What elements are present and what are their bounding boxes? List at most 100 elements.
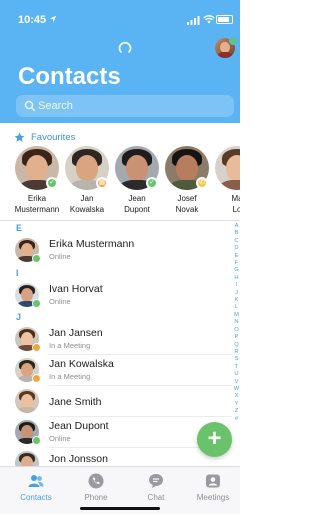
index-letter[interactable]: Q <box>233 342 240 349</box>
meeting-badge <box>32 343 41 352</box>
index-letter[interactable]: W <box>233 386 240 393</box>
contact-name: Jan Kowalska <box>49 358 114 370</box>
search-input[interactable] <box>38 95 218 117</box>
meeting-icon: ▦ <box>96 177 108 189</box>
status-bar: 10:45 <box>0 0 240 40</box>
index-letter[interactable]: P <box>233 334 240 341</box>
contact-status: Online <box>49 434 71 443</box>
contacts-icon <box>28 475 44 487</box>
contact-status: In a Meeting <box>49 341 91 350</box>
favourite-first-name: Ma <box>231 194 240 203</box>
row-divider <box>49 416 232 417</box>
contact-row[interactable]: Jan Kowalska In a Meeting <box>0 357 232 384</box>
avatar <box>215 146 240 190</box>
favourite-last-name: Kowalska <box>69 205 105 214</box>
tab-contacts[interactable]: Contacts <box>6 472 66 506</box>
index-letter[interactable]: F <box>233 260 240 267</box>
online-check-icon: ✓ <box>146 177 158 189</box>
index-letter[interactable]: B <box>233 230 240 237</box>
favourite-last-name: Novak <box>175 205 199 214</box>
meeting-badge <box>32 374 41 383</box>
app-logo-icon <box>118 41 132 53</box>
contact-row[interactable]: Jan Jansen In a Meeting <box>0 326 232 353</box>
status-time: 10:45 <box>18 14 47 26</box>
contact-name: Jean Dupont <box>49 420 109 432</box>
tab-label: Meetings <box>196 493 230 502</box>
index-letter[interactable]: X <box>233 393 240 400</box>
tab-chat[interactable]: Chat <box>126 472 186 506</box>
tab-meetings[interactable]: Meetings <box>183 472 243 506</box>
favourite-first-name: Jan <box>80 194 94 203</box>
online-badge <box>32 436 41 445</box>
home-indicator <box>80 507 160 510</box>
favourite-first-name: Jean <box>128 194 146 203</box>
index-letter[interactable]: V <box>233 379 240 386</box>
meetings-icon <box>206 474 220 488</box>
contact-row[interactable]: Erika Mustermann Online <box>0 237 232 264</box>
wifi-icon <box>203 15 215 24</box>
online-check-icon: ✓ <box>46 177 58 189</box>
contact-row[interactable]: Jon Jonsson <box>0 450 232 466</box>
section-header-i: I <box>16 268 19 278</box>
index-letter[interactable]: Z <box>233 408 240 415</box>
index-letter[interactable]: J <box>233 290 240 297</box>
contact-status: In a Meeting <box>49 372 91 381</box>
section-header-j: J <box>16 312 22 322</box>
tab-phone[interactable]: Phone <box>66 472 126 506</box>
index-letter[interactable]: L <box>233 304 240 311</box>
app-header: 10:45 Contacts <box>0 0 240 123</box>
page-title: Contacts <box>18 63 121 90</box>
online-badge <box>32 299 41 308</box>
index-letter[interactable]: M <box>233 312 240 319</box>
index-letter[interactable]: T <box>233 364 240 371</box>
favourite-last-name: Mustermann <box>14 205 60 214</box>
index-letter[interactable]: E <box>233 253 240 260</box>
contact-status: Online <box>49 297 71 306</box>
search-bar[interactable] <box>16 95 234 117</box>
contact-name: Jon Jonsson <box>49 453 108 465</box>
index-letter[interactable]: O <box>233 327 240 334</box>
add-contact-button[interactable]: + <box>197 422 232 457</box>
index-letter[interactable]: R <box>233 349 240 356</box>
favourite-last-name: Dupont <box>124 205 150 214</box>
section-header-e: E <box>16 223 23 233</box>
favourite-last-name: Lo <box>232 205 240 214</box>
index-letter[interactable]: # <box>233 416 240 423</box>
index-letter[interactable]: A <box>233 223 240 230</box>
favourite-first-name: Erika <box>27 194 47 203</box>
cellular-signal-icon <box>187 16 200 25</box>
battery-icon <box>216 15 233 24</box>
index-letter[interactable]: G <box>233 267 240 274</box>
tab-label: Chat <box>147 493 165 502</box>
index-letter[interactable]: D <box>233 245 240 252</box>
index-letter[interactable]: K <box>233 297 240 304</box>
alphabet-index[interactable]: A B C D E F G H I J K L M N O P Q R S T U V W X Y Z # <box>233 223 240 423</box>
tab-label: Phone <box>84 493 108 502</box>
star-icon <box>14 132 25 142</box>
index-letter[interactable]: S <box>233 356 240 363</box>
contact-row[interactable]: Jane Smith <box>0 388 232 415</box>
row-divider <box>49 385 232 386</box>
contact-status: Online <box>49 252 71 261</box>
index-letter[interactable]: C <box>233 238 240 245</box>
contact-name: Ivan Horvat <box>49 283 103 295</box>
index-letter[interactable]: Y <box>233 401 240 408</box>
index-letter[interactable]: N <box>233 319 240 326</box>
contact-name: Jan Jansen <box>49 327 103 339</box>
contact-name: Erika Mustermann <box>49 238 135 250</box>
contact-list[interactable]: E Erika Mustermann Online I Ivan Horvat … <box>0 221 232 466</box>
tab-label: Contacts <box>20 493 52 502</box>
phone-icon <box>88 473 104 489</box>
search-icon <box>24 100 36 112</box>
on-call-phone-icon: ✆ <box>196 177 208 189</box>
online-badge <box>32 254 41 263</box>
contact-row[interactable]: Ivan Horvat Online <box>0 282 232 309</box>
profile-status-dot <box>229 37 237 45</box>
favourites-title: Favourites <box>31 131 76 143</box>
index-letter[interactable]: I <box>233 282 240 289</box>
index-letter[interactable]: H <box>233 275 240 282</box>
index-letter[interactable]: U <box>233 371 240 378</box>
chat-icon <box>149 474 163 488</box>
favourites-strip: ✓ Erika Mustermann ▦ Jan Kowalska ✓ Jean… <box>0 146 240 218</box>
avatar <box>15 389 39 413</box>
